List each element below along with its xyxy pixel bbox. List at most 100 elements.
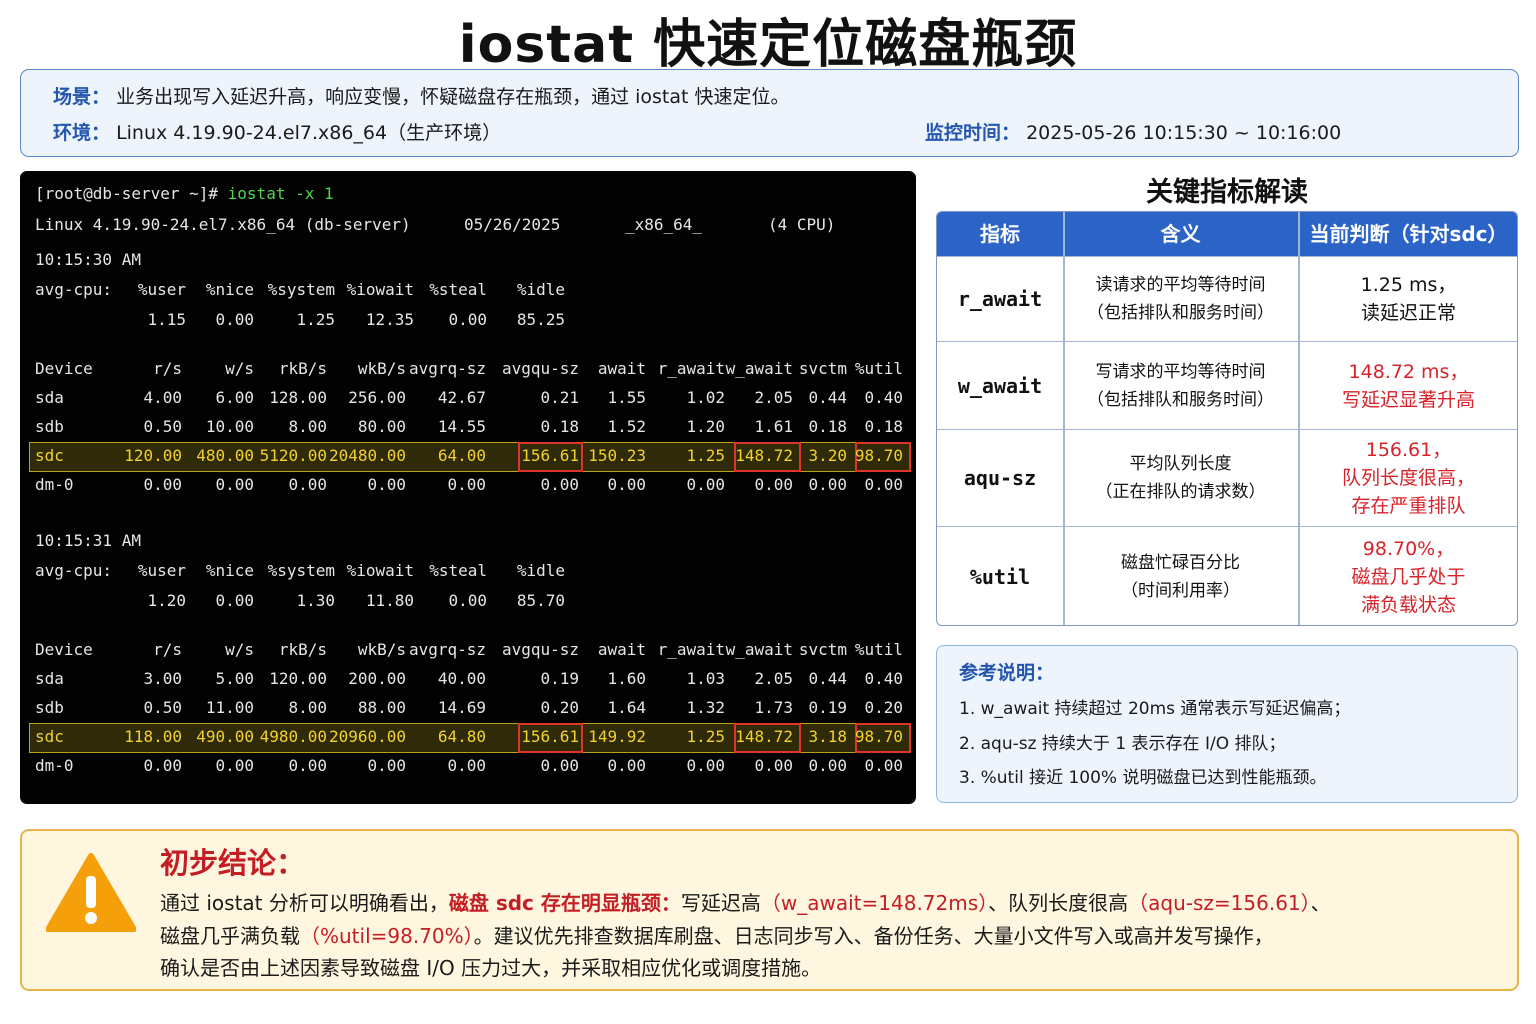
- judgement-alert: 156.61， 队列长度很高， 存在严重排队: [1298, 430, 1517, 526]
- util-value: （%util=98.70%）: [300, 924, 474, 948]
- header-metric: 指标: [980, 222, 1020, 246]
- metrics-row: aqu-sz 平均队列长度 （正在排队的请求数） 156.61， 队列长度很高， 存在严重…: [937, 429, 1517, 526]
- cpu-value: 85.70: [516, 591, 565, 610]
- judgement-line: 1.25 ms，: [1360, 274, 1457, 296]
- cpu-value: 0.00: [215, 310, 254, 329]
- iostat-command: iostat -x 1: [227, 184, 334, 203]
- sysinfo-date: 05/26/2025: [464, 215, 561, 234]
- device-value: 0.00: [447, 475, 486, 494]
- device-header: rkB/s: [278, 640, 327, 659]
- metric-name: w_await: [957, 373, 1043, 398]
- meaning-line: 磁盘忙碌百分比: [1121, 553, 1240, 573]
- meaning-line: 读请求的平均等待时间: [1095, 275, 1266, 295]
- device-value: 0.20: [864, 698, 903, 717]
- conclusion-text: 写延迟高: [680, 891, 761, 915]
- conclusion-text: 、: [1310, 891, 1331, 915]
- cpu-value: 0.00: [215, 591, 254, 610]
- device-name: sdb: [35, 417, 64, 436]
- metrics-table-header: 指标 含义 当前判断（针对sdc）: [937, 212, 1517, 256]
- meaning-line: （包括排队和服务时间）: [1087, 303, 1274, 323]
- cpu-value: 0.00: [448, 310, 487, 329]
- conclusion-line-1: 通过 iostat 分析可以明确看出，磁盘 sdc 存在明显瓶颈：写延迟高（w_…: [160, 887, 1331, 916]
- metric-meaning: 写请求的平均等待时间 （包括排队和服务时间）: [1063, 342, 1298, 429]
- metric-name: aqu-sz: [963, 466, 1037, 490]
- conclusion-emphasis: 磁盘 sdc 存在明显瓶颈：: [448, 891, 681, 915]
- header-judgement: 当前判断（针对sdc）: [1309, 222, 1508, 246]
- monitor-time-text: 2025-05-26 10:15:30 ~ 10:16:00: [1026, 122, 1342, 144]
- cpu-header: %nice: [205, 280, 254, 299]
- w-await-value: （w_await=148.72ms）: [760, 891, 989, 915]
- metrics-table: 指标 含义 当前判断（针对sdc） r_await 读请求的平均等待时间 （包括排队…: [936, 211, 1518, 626]
- env-text: Linux 4.19.90-24.el7.x86_64（生产环境）: [116, 122, 502, 144]
- device-name: dm-0: [35, 756, 74, 775]
- device-header: await: [597, 359, 646, 378]
- aqu-sz-value: （aqu-sz=156.61）: [1128, 891, 1311, 915]
- note-item: 3. %util 接近 100% 说明磁盘已达到性能瓶颈。: [959, 768, 1327, 788]
- device-name: sda: [35, 388, 64, 407]
- device-header: Device: [35, 359, 93, 378]
- judgement-line: 队列长度很高，: [1341, 467, 1475, 489]
- note-item: 1. w_await 持续超过 20ms 通常表示写延迟偏高；: [959, 699, 1351, 719]
- judgement-alert: 98.70%， 磁盘几乎处于 满负载状态: [1298, 527, 1517, 625]
- judgement-normal: 1.25 ms， 读延迟正常: [1298, 257, 1517, 341]
- device-value: 42.67: [437, 388, 486, 407]
- sysinfo-cpus: (4 CPU): [768, 215, 836, 234]
- sample-time: 10:15:31 AM: [35, 531, 141, 550]
- cpu-header: %system: [267, 280, 335, 299]
- sample-time: 10:15:30 AM: [35, 250, 141, 269]
- device-value: 64.80: [437, 727, 486, 746]
- judgement-line: 磁盘几乎处于: [1351, 566, 1466, 588]
- reference-notes-panel: 参考说明： 1. w_await 持续超过 20ms 通常表示写延迟偏高； 2.…: [936, 645, 1518, 803]
- metrics-row: w_await 写请求的平均等待时间 （包括排队和服务时间） 148.72 ms， 写延…: [937, 341, 1517, 429]
- scenario-info-panel: 场景： 业务出现写入延迟升高，响应变慢，怀疑磁盘存在瓶颈，通过 iostat 快…: [20, 69, 1519, 157]
- conclusion-text: 、队列长度很高: [988, 891, 1129, 915]
- scene-line: 场景： 业务出现写入延迟升高，响应变慢，怀疑磁盘存在瓶颈，通过 iostat 快…: [53, 82, 790, 109]
- meaning-line: （正在排队的请求数）: [1095, 482, 1266, 502]
- terminal-command-line: [root@db-server ~]# iostat -x 1: [35, 184, 334, 203]
- note-item: 2. aqu-sz 持续大于 1 表示存在 I/O 排队；: [959, 734, 1286, 754]
- conclusion-line-2: 磁盘几乎满负载（%util=98.70%）。建议优先排查数据库刷盘、日志同步写入…: [160, 920, 1274, 949]
- column-divider: [1063, 212, 1065, 625]
- device-value: 0.40: [864, 388, 903, 407]
- device-value: 0.00: [864, 475, 903, 494]
- conclusion-line-3: 确认是否由上述因素导致磁盘 I/O 压力过大，并采取相应优化或调度措施。: [160, 956, 822, 980]
- device-value: 0.18: [864, 417, 903, 436]
- metrics-row: r_await 读请求的平均等待时间 （包括排队和服务时间） 1.25 ms， 读延迟正…: [937, 256, 1517, 341]
- device-value: 98.70: [854, 446, 903, 465]
- judgement-line: 存在严重排队: [1351, 495, 1466, 517]
- device-value: 98.70: [854, 727, 903, 746]
- cpu-header: %steal: [429, 280, 487, 299]
- conclusion-text: 通过 iostat 分析可以明确看出，: [160, 891, 449, 915]
- judgement-alert: 148.72 ms， 写延迟显著升高: [1298, 342, 1517, 429]
- device-header: avgrq-sz: [408, 359, 486, 378]
- device-value: 0.00: [864, 756, 903, 775]
- shell-prompt: [root@db-server ~]#: [35, 184, 228, 203]
- device-value: 0.00: [447, 756, 486, 775]
- metrics-title: 关键指标解读: [1146, 177, 1308, 208]
- device-name: sdc: [35, 727, 64, 746]
- metric-meaning: 读请求的平均等待时间 （包括排队和服务时间）: [1063, 257, 1298, 341]
- meaning-line: 写请求的平均等待时间: [1095, 361, 1266, 382]
- monitor-time-label: 监控时间：: [925, 122, 1021, 144]
- cpu-header: %nice: [205, 561, 254, 580]
- device-header: wkB/s: [357, 359, 406, 378]
- notes-title: 参考说明：: [959, 662, 1055, 684]
- column-divider: [1298, 212, 1300, 625]
- device-header: Device: [35, 640, 93, 659]
- sysinfo-arch: _x86_64_: [625, 215, 703, 234]
- device-value: 0.40: [864, 669, 903, 688]
- meaning-line: （包括排队和服务时间）: [1087, 389, 1274, 410]
- judgement-line: 148.72 ms，: [1348, 360, 1469, 383]
- scene-label: 场景：: [53, 86, 111, 108]
- device-header: await: [597, 640, 646, 659]
- judgement-line: 156.61，: [1365, 439, 1452, 461]
- metrics-row: %util 磁盘忙碌百分比 （时间利用率） 98.70%， 磁盘几乎处于 满负载状态: [937, 526, 1517, 625]
- judgement-line: 写延迟显著升高: [1341, 388, 1475, 411]
- cpu-value: 1.25: [296, 310, 335, 329]
- cpu-value: 1.30: [296, 591, 335, 610]
- meaning-line: 平均队列长度: [1129, 454, 1232, 474]
- metric-meaning: 平均队列长度 （正在排队的请求数）: [1063, 430, 1298, 526]
- device-header: %util: [854, 359, 903, 378]
- sysinfo-kernel: Linux 4.19.90-24.el7.x86_64 (db-server): [35, 215, 411, 234]
- device-name: dm-0: [35, 475, 74, 494]
